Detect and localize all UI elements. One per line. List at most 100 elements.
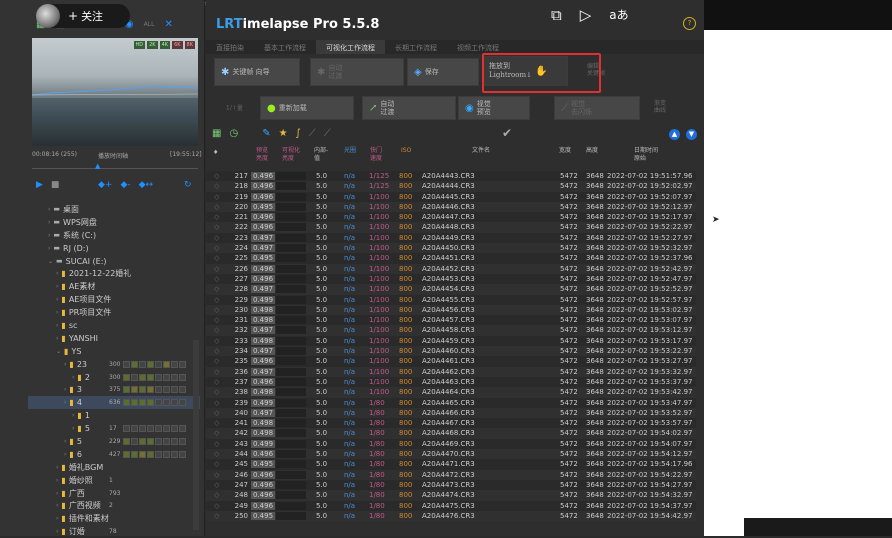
table-row[interactable]: ◇ 243 0.499 5.0 n/a 1/80 800 A20A4469.CR3 5472 36…: [206, 438, 696, 450]
table-row[interactable]: ◇ 234 0.497 5.0 n/a 1/100 800 A20A4460.CR3 5472 3…: [206, 346, 696, 357]
tree-item[interactable]: › ▮ AE素材: [28, 280, 200, 293]
visual-preview-button[interactable]: ◉ 视觉 预览: [458, 96, 530, 120]
tree-item[interactable]: › ▮ YANSHI: [28, 332, 200, 345]
col-iso[interactable]: ISO: [401, 147, 411, 155]
tree-item[interactable]: › ▬ RJ (D:): [28, 242, 200, 255]
all-label[interactable]: ALL: [144, 21, 155, 28]
table-row[interactable]: ◇ 244 0.496 5.0 n/a 1/80 800 A20A4470.CR3 5472 36…: [206, 449, 696, 460]
table-row[interactable]: ◇ 236 0.497 5.0 n/a 1/100 800 A20A4462.CR3 5472 3…: [206, 366, 696, 377]
col-filename[interactable]: 文件名: [472, 147, 490, 155]
expand-icon[interactable]: ›: [48, 219, 50, 226]
expand-icon[interactable]: ›: [56, 515, 58, 522]
check-icon[interactable]: ✔: [502, 126, 512, 140]
clock-icon[interactable]: ◷: [229, 128, 238, 139]
play-video-icon[interactable]: ▷: [580, 6, 592, 24]
tree-item[interactable]: › ▮ 4 636: [28, 396, 200, 410]
auto-transition-button[interactable]: ↗ 自动 过渡: [362, 96, 456, 120]
save-button[interactable]: ◈ 保存: [407, 58, 479, 86]
tree-item[interactable]: ⌄ ▮ YS: [28, 345, 200, 358]
tree-item[interactable]: › ▬ 桌面: [28, 203, 200, 216]
expand-icon[interactable]: ›: [56, 322, 58, 329]
tree-item[interactable]: › ▬ 系统 (C:): [28, 229, 200, 242]
table-row[interactable]: ◇ 219 0.496 5.0 n/a 1/100 800 A20A4445.CR3 5472 3…: [206, 191, 696, 202]
tab-workflow[interactable]: 直接拍染: [206, 40, 254, 54]
tree-item[interactable]: ⌄ ▬ SUCAI (E:): [28, 255, 200, 268]
tree-item[interactable]: › ▮ 1: [28, 409, 200, 422]
tab-workflow[interactable]: 基本工作流程: [254, 40, 316, 54]
table-row[interactable]: ◇ 237 0.496 5.0 n/a 1/100 800 A20A4463.CR3 5472 3…: [206, 376, 696, 388]
col-visual-lum[interactable]: 可视化 亮度: [282, 147, 300, 163]
play-icon[interactable]: ▶: [36, 180, 43, 190]
edit-icon[interactable]: ✎: [262, 128, 270, 139]
expand-icon[interactable]: ›: [48, 206, 50, 213]
col-aperture[interactable]: 光圈: [344, 147, 356, 155]
table-row[interactable]: ◇ 239 0.499 5.0 n/a 1/80 800 A20A4465.CR3 5472 36…: [206, 397, 696, 408]
table-row[interactable]: ◇ 232 0.497 5.0 n/a 1/100 800 A20A4458.CR3 5472 3…: [206, 325, 696, 336]
expand-icon[interactable]: ›: [64, 399, 66, 406]
table-row[interactable]: ◇ 217 0.496 5.0 n/a 1/125 800 A20A4443.CR3 5472 3…: [206, 171, 696, 182]
tab-workflow[interactable]: 视频工作流程: [447, 40, 509, 54]
tree-item[interactable]: › ▮ 插件和素材: [28, 512, 200, 525]
table-row[interactable]: ◇ 221 0.496 5.0 n/a 1/100 800 A20A4447.CR3 5472 3…: [206, 212, 696, 223]
tree-item[interactable]: › ▮ 广西 793: [28, 487, 200, 500]
expand-icon[interactable]: ›: [56, 283, 58, 290]
table-row[interactable]: ◇ 250 0.495 5.0 n/a 1/80 800 A20A4476.CR3 5472 36…: [206, 510, 696, 522]
tree-item[interactable]: › ▮ 婚纱照 1: [28, 474, 200, 487]
expand-icon[interactable]: ›: [48, 232, 50, 239]
table-row[interactable]: ◇ 229 0.499 5.0 n/a 1/100 800 A20A4455.CR3 5472 3…: [206, 294, 696, 305]
col-datetime[interactable]: 日期时间 原始: [634, 147, 658, 163]
table-row[interactable]: ◇ 248 0.496 5.0 n/a 1/80 800 A20A4474.CR3 5472 36…: [206, 490, 696, 501]
table-row[interactable]: ◇ 218 0.496 5.0 n/a 1/125 800 A20A4444.CR3 5472 3…: [206, 181, 696, 192]
expand-icon[interactable]: ›: [56, 477, 58, 484]
resolution-tag[interactable]: 2K: [147, 41, 158, 49]
resolution-tag[interactable]: 4K: [159, 41, 171, 49]
table-row[interactable]: ◇ 226 0.496 5.0 n/a 1/100 800 A20A4452.CR3 5472 3…: [206, 263, 696, 274]
expand-icon[interactable]: ›: [72, 412, 74, 419]
tree-item[interactable]: › ▮ 婚礼BGM: [28, 461, 200, 474]
resolution-tag[interactable]: HD: [133, 41, 146, 49]
table-row[interactable]: ◇ 247 0.496 5.0 n/a 1/80 800 A20A4473.CR3 5472 36…: [206, 479, 696, 491]
tree-item[interactable]: › ▮ AE项目文件: [28, 293, 200, 306]
expand-icon[interactable]: ›: [56, 309, 58, 316]
reload-button[interactable]: ● 重新加载: [260, 96, 354, 120]
table-row[interactable]: ◇ 245 0.495 5.0 n/a 1/80 800 A20A4471.CR3 5472 36…: [206, 459, 696, 470]
tree-item[interactable]: › ▮ 23 300: [28, 358, 200, 371]
slider-knob-icon[interactable]: ▲: [95, 162, 100, 170]
translate-icon[interactable]: aあ: [609, 6, 628, 24]
autotransition-button[interactable]: ✱ 自动 过渡: [310, 58, 404, 86]
table-row[interactable]: ◇ 225 0.495 5.0 n/a 1/100 800 A20A4451.CR3 5472 3…: [206, 253, 696, 264]
table-row[interactable]: ◇ 220 0.495 5.0 n/a 1/100 800 A20A4446.CR3 5472 3…: [206, 201, 696, 213]
tree-item[interactable]: › ▮ 6 427: [28, 448, 200, 461]
table-row[interactable]: ◇ 246 0.496 5.0 n/a 1/80 800 A20A4472.CR3 5472 36…: [206, 469, 696, 480]
tree-item[interactable]: › ▮ 5 17: [28, 422, 200, 435]
table-row[interactable]: ◇ 228 0.497 5.0 n/a 1/100 800 A20A4454.CR3 5472 3…: [206, 284, 696, 295]
tab-workflow[interactable]: 长期工作流程: [385, 40, 447, 54]
scroll-up-icon[interactable]: ▲: [669, 129, 680, 140]
help-icon[interactable]: ?: [683, 17, 696, 30]
expand-icon[interactable]: ›: [56, 490, 58, 497]
move-keyframe-icon[interactable]: ◆↔: [139, 180, 153, 190]
table-row[interactable]: ◇ 227 0.496 5.0 n/a 1/100 800 A20A4453.CR3 5472 3…: [206, 273, 696, 285]
remove-keyframe-icon[interactable]: ◆-: [120, 180, 130, 190]
feather2-icon[interactable]: ⟋: [324, 128, 331, 139]
table-row[interactable]: ◇ 241 0.498 5.0 n/a 1/80 800 A20A4467.CR3 5472 36…: [206, 418, 696, 429]
expand-icon[interactable]: ›: [56, 270, 58, 277]
add-keyframe-icon[interactable]: ◆+: [98, 180, 112, 190]
table-row[interactable]: ◇ 238 0.498 5.0 n/a 1/100 800 A20A4464.CR3 5472 3…: [206, 387, 696, 398]
expand-icon[interactable]: ›: [56, 296, 58, 303]
tree-item[interactable]: › ▮ 2021-12-22婚礼: [28, 267, 200, 280]
expand-icon[interactable]: ⌄: [48, 258, 53, 265]
tree-item[interactable]: › ▮ 广西视频 2: [28, 499, 200, 512]
expand-icon[interactable]: ›: [72, 374, 74, 381]
refresh-icon[interactable]: ↻: [184, 180, 192, 190]
expand-icon[interactable]: ›: [56, 335, 58, 342]
table-row[interactable]: ◇ 224 0.497 5.0 n/a 1/100 800 A20A4450.CR3 5472 3…: [206, 243, 696, 254]
expand-icon[interactable]: ›: [72, 425, 74, 432]
follow-badge[interactable]: + 关注: [36, 4, 130, 28]
expand-icon[interactable]: ›: [64, 386, 66, 393]
col-preview-lum[interactable]: 预览 亮度: [256, 147, 268, 163]
tree-item[interactable]: › ▮ 订婚 78: [28, 525, 200, 538]
table-row[interactable]: ◇ 231 0.498 5.0 n/a 1/100 800 A20A4457.CR3 5472 3…: [206, 315, 696, 326]
tree-scrollbar[interactable]: [193, 340, 199, 530]
table-row[interactable]: ◇ 233 0.498 5.0 n/a 1/100 800 A20A4459.CR3 5472 3…: [206, 335, 696, 347]
